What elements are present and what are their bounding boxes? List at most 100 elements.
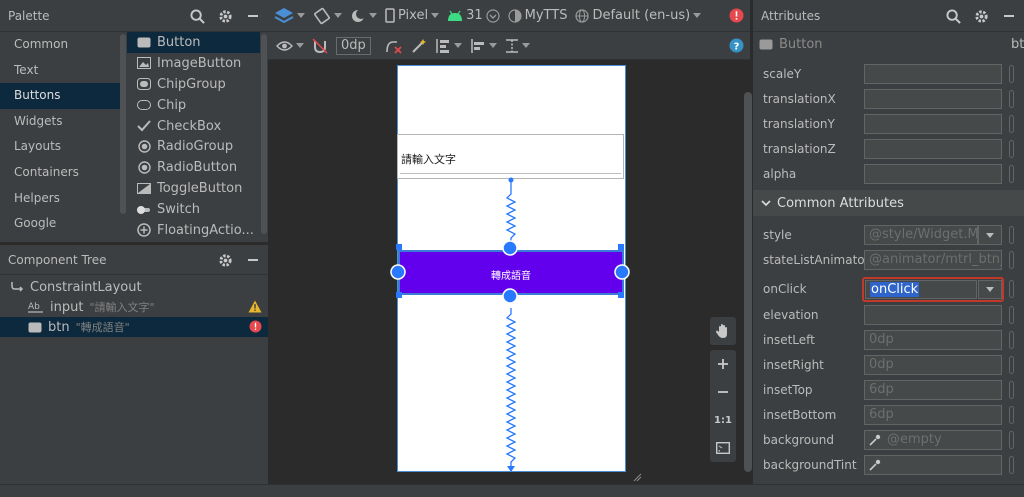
attr-value-input[interactable]: 6dp xyxy=(864,380,1002,400)
tree-header-actions xyxy=(216,251,262,269)
api-level-selector[interactable]: 31 xyxy=(447,8,500,23)
component-item[interactable]: RadioGroup xyxy=(127,136,260,157)
attr-row-translationx: translationX xyxy=(753,87,1024,112)
category-item-google[interactable]: Google xyxy=(0,211,126,237)
attr-row-translationz: translationZ xyxy=(753,137,1024,162)
pack-button[interactable] xyxy=(435,38,462,54)
attr-value-input[interactable] xyxy=(864,305,1002,325)
attr-row-insetleft: insetLeft 0dp xyxy=(753,328,1024,353)
plus-circle-icon xyxy=(137,223,151,238)
theme-selector[interactable]: MyTTS xyxy=(508,8,567,23)
error-icon[interactable] xyxy=(729,8,744,23)
attr-row-insetbottom: insetBottom 6dp xyxy=(753,403,1024,428)
attr-row-alpha: alpha xyxy=(753,162,1024,187)
minimize-icon[interactable] xyxy=(244,251,262,269)
attr-row-statelistanimator: stateListAnimator @animator/mtrl_btn_s xyxy=(753,248,1024,273)
component-item[interactable]: ImageButton xyxy=(127,53,260,74)
component-item[interactable]: Switch xyxy=(127,199,260,220)
help-icon[interactable]: ? xyxy=(729,38,744,53)
zoom-out-icon[interactable] xyxy=(717,386,729,398)
category-item-buttons[interactable]: Buttons xyxy=(0,83,126,109)
night-mode-button[interactable] xyxy=(350,8,377,24)
attr-value-input[interactable]: 0dp xyxy=(864,355,1002,375)
attr-row-onclick: onClick onClick xyxy=(753,277,1024,302)
attr-row-backgroundtint: backgroundTint xyxy=(753,453,1024,478)
guidelines-button[interactable] xyxy=(505,38,530,54)
align-button[interactable] xyxy=(470,38,497,54)
component-item[interactable]: ToggleButton xyxy=(127,178,260,199)
design-surface-button[interactable] xyxy=(274,7,305,25)
attr-row-background: background @empty xyxy=(753,428,1024,453)
component-item[interactable]: FloatingActio... xyxy=(127,220,260,241)
component-item[interactable]: RadioButton xyxy=(127,157,260,178)
palette-component-list: Button ImageButton ChipGroup Chip CheckB… xyxy=(127,32,260,242)
pan-button[interactable] xyxy=(710,317,736,345)
attr-value-input[interactable] xyxy=(864,89,1002,109)
actual-size-button[interactable]: 1:1 xyxy=(714,415,732,426)
attr-value-input[interactable] xyxy=(864,114,1002,134)
tree-item-btn[interactable]: btn "轉成語音" xyxy=(0,317,268,337)
attr-row-style: style @style/Widget.M xyxy=(753,223,1024,248)
toggle-icon xyxy=(137,182,151,196)
resize-handle-icon[interactable] xyxy=(632,472,642,482)
selection-handles[interactable] xyxy=(390,238,630,304)
input-preview[interactable]: 請輸入文字 xyxy=(397,134,624,179)
constraint-layout-icon xyxy=(10,280,24,294)
attr-value-input[interactable]: 0dp xyxy=(864,330,1002,350)
attr-value-input[interactable] xyxy=(864,139,1002,159)
minimize-icon[interactable] xyxy=(1000,7,1018,25)
textview-icon: Ab xyxy=(28,300,44,314)
dropdown-button[interactable] xyxy=(978,225,1002,245)
component-item[interactable]: CheckBox xyxy=(127,116,260,137)
gear-icon[interactable] xyxy=(216,251,234,269)
attributes-panel: Attributes Button bt scaleY translationX… xyxy=(752,0,1024,484)
tree-item-input[interactable]: Ab input "請輸入文字" xyxy=(0,297,268,317)
component-item[interactable]: Button xyxy=(127,32,260,53)
component-item[interactable]: Chip xyxy=(127,95,260,116)
search-icon[interactable] xyxy=(188,7,206,25)
attr-value-input[interactable] xyxy=(864,164,1002,184)
common-attributes-section[interactable]: Common Attributes xyxy=(753,190,1024,216)
attr-row-insetright: insetRight 0dp xyxy=(753,353,1024,378)
category-scrollbar[interactable] xyxy=(120,34,126,214)
attr-row-insettop: insetTop 6dp xyxy=(753,378,1024,403)
constraint-lines xyxy=(505,177,517,472)
category-item-containers[interactable]: Containers xyxy=(0,160,126,186)
eyedropper-icon[interactable] xyxy=(869,459,881,471)
attr-value-input[interactable]: @style/Widget.M xyxy=(864,225,978,245)
category-item-common[interactable]: Common xyxy=(0,32,126,58)
category-item-layouts[interactable]: Layouts xyxy=(0,134,126,160)
onclick-input[interactable]: onClick xyxy=(865,280,977,299)
component-item[interactable]: ChipGroup xyxy=(127,74,260,95)
component-scrollbar[interactable] xyxy=(261,34,267,234)
minimize-icon[interactable] xyxy=(244,7,262,25)
search-icon[interactable] xyxy=(944,7,962,25)
clear-constraints-button[interactable] xyxy=(385,38,403,54)
gear-icon[interactable] xyxy=(972,7,990,25)
attr-value-input[interactable] xyxy=(864,64,1002,84)
warning-icon[interactable] xyxy=(248,300,262,313)
night-mode-icon xyxy=(350,8,366,24)
view-options-button[interactable] xyxy=(276,40,304,52)
attr-value-input[interactable]: @empty xyxy=(864,430,1002,450)
category-item-widgets[interactable]: Widgets xyxy=(0,109,126,135)
default-margin-field[interactable]: 0dp xyxy=(336,36,371,55)
attr-value-input[interactable]: 6dp xyxy=(864,405,1002,425)
tree-item-root[interactable]: ConstraintLayout xyxy=(0,277,268,297)
error-icon[interactable] xyxy=(249,320,262,333)
orientation-button[interactable] xyxy=(313,7,342,25)
eyedropper-icon[interactable] xyxy=(869,434,881,446)
canvas-scrollbar[interactable] xyxy=(744,92,752,472)
infer-constraints-button[interactable] xyxy=(411,38,427,54)
locale-selector[interactable]: Default (en-us) xyxy=(575,8,702,23)
autoconnect-button[interactable] xyxy=(312,37,328,54)
attr-value-input[interactable] xyxy=(864,455,1002,475)
attr-value-input[interactable]: @animator/mtrl_btn_s xyxy=(864,250,1002,270)
fit-screen-icon[interactable] xyxy=(716,441,730,454)
zoom-in-icon[interactable] xyxy=(717,358,729,370)
gear-icon[interactable] xyxy=(216,7,234,25)
dropdown-button[interactable] xyxy=(978,280,1002,299)
category-item-helpers[interactable]: Helpers xyxy=(0,186,126,212)
category-item-text[interactable]: Text xyxy=(0,58,126,84)
device-selector[interactable]: Pixel xyxy=(385,8,440,23)
